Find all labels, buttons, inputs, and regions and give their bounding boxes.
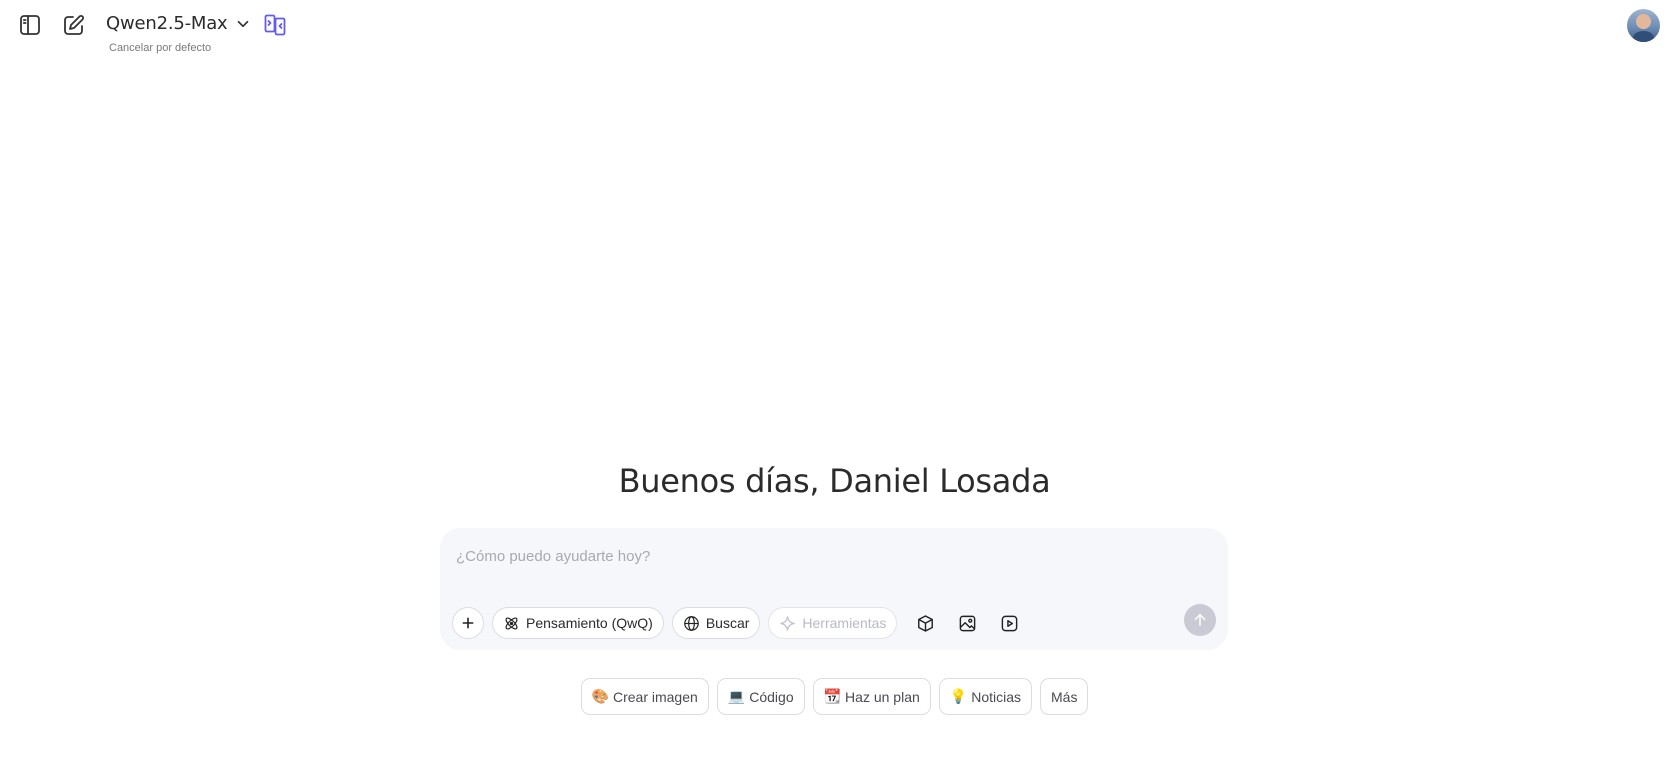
composer-toolbar: Pensamiento (QwQ) Buscar Herramientas bbox=[452, 606, 1027, 640]
laptop-icon: 💻 bbox=[727, 688, 746, 705]
new-chat-button[interactable] bbox=[59, 10, 89, 40]
calendar-icon: 📆 bbox=[823, 688, 842, 705]
chevron-down-icon bbox=[237, 20, 248, 27]
greeting-heading: Buenos días, Daniel Losada bbox=[618, 462, 1051, 500]
cube-icon bbox=[917, 614, 933, 632]
set-default-link[interactable]: Cancelar por defecto bbox=[109, 42, 211, 54]
tools-label: Herramientas bbox=[802, 615, 887, 631]
attach-button[interactable] bbox=[452, 607, 484, 639]
split-screen-icon bbox=[264, 14, 286, 36]
chat-composer: Pensamiento (QwQ) Buscar Herramientas bbox=[440, 528, 1228, 650]
atom-icon bbox=[505, 617, 518, 629]
tools-button[interactable]: Herramientas bbox=[768, 607, 898, 639]
model-name: Qwen2.5-Max bbox=[106, 13, 228, 34]
sidebar-toggle-button[interactable] bbox=[15, 10, 45, 40]
suggestion-label: Código bbox=[749, 688, 794, 705]
suggestion-make-plan[interactable]: 📆 Haz un plan bbox=[812, 678, 931, 715]
edit-icon bbox=[64, 15, 84, 35]
arrow-up-icon bbox=[1194, 613, 1206, 627]
globe-icon bbox=[683, 615, 699, 631]
top-bar: Qwen2.5-Max Cancelar por defecto bbox=[0, 0, 1669, 60]
search-button[interactable]: Buscar bbox=[671, 607, 761, 639]
thinking-mode-button[interactable]: Pensamiento (QwQ) bbox=[492, 607, 664, 639]
plus-icon bbox=[462, 617, 474, 629]
video-icon bbox=[1001, 615, 1018, 631]
sidebar-toggle-icon bbox=[20, 15, 40, 35]
suggestion-more[interactable]: Más bbox=[1040, 678, 1089, 715]
model-selector[interactable]: Qwen2.5-Max bbox=[106, 13, 252, 34]
image-generation-button[interactable] bbox=[949, 607, 985, 639]
video-generation-button[interactable] bbox=[991, 607, 1027, 639]
search-label: Buscar bbox=[705, 615, 750, 631]
suggestion-chips: 🎨 Crear imagen 💻 Código 📆 Haz un plan 💡 … bbox=[0, 678, 1669, 715]
suggestion-create-image[interactable]: 🎨 Crear imagen bbox=[580, 678, 709, 715]
artifacts-button[interactable] bbox=[907, 607, 943, 639]
sparkle-icon bbox=[780, 615, 796, 631]
palette-icon: 🎨 bbox=[591, 688, 609, 705]
suggestion-label: Crear imagen bbox=[612, 688, 698, 705]
send-button[interactable] bbox=[1184, 604, 1216, 636]
suggestion-label: Más bbox=[1051, 688, 1078, 705]
suggestion-code[interactable]: 💻 Código bbox=[716, 678, 805, 715]
thinking-mode-label: Pensamiento (QwQ) bbox=[526, 615, 653, 631]
suggestion-label: Haz un plan bbox=[845, 688, 920, 705]
suggestion-label: Noticias bbox=[971, 688, 1021, 705]
lightbulb-icon: 💡 bbox=[949, 688, 968, 705]
chat-input[interactable] bbox=[456, 542, 1196, 570]
image-icon bbox=[959, 615, 976, 631]
suggestion-news[interactable]: 💡 Noticias bbox=[938, 678, 1032, 715]
compare-models-button[interactable] bbox=[260, 10, 290, 40]
user-avatar[interactable] bbox=[1627, 9, 1660, 42]
